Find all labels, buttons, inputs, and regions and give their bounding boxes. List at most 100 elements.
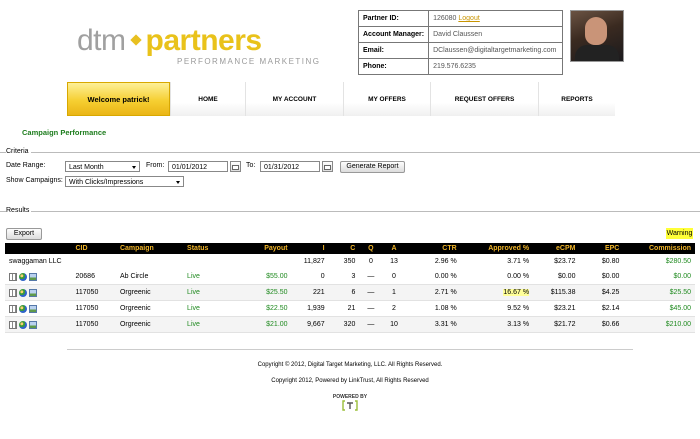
report-grid-icon[interactable] — [9, 304, 17, 313]
welcome-banner: Welcome patrick! — [67, 82, 170, 116]
date-range-value: Last Month — [69, 164, 104, 171]
cell-impressions: 221 — [291, 284, 329, 301]
globe-icon[interactable] — [19, 304, 27, 313]
col-ctr[interactable]: CTR — [405, 243, 461, 254]
cell-ecpm: $0.00 — [533, 269, 580, 285]
linktrust-logo-icon[interactable] — [341, 400, 359, 411]
cell-campaign[interactable]: Orgreenic — [115, 300, 184, 317]
show-campaigns-select[interactable]: With Clicks/Impressions — [65, 176, 184, 187]
cell-campaign[interactable]: Orgreenic — [115, 284, 184, 301]
summary-impressions: 11,827 — [303, 258, 325, 265]
results-section: Results — [0, 207, 700, 214]
cell-clicks: 320 — [328, 316, 360, 333]
generate-report-button[interactable]: Generate Report — [340, 161, 405, 173]
cell-qualified: — — [359, 316, 383, 333]
cell-impressions: 9,667 — [291, 316, 329, 333]
cell-commission: $210.00 — [623, 316, 695, 333]
logout-link[interactable]: Logout — [458, 15, 479, 22]
col-impressions[interactable]: I — [291, 243, 329, 254]
cell-ctr: 3.31 % — [405, 316, 461, 333]
cell-ecpm: $23.21 — [533, 300, 580, 317]
table-header: CID Campaign Status Payout I C Q A CTR A… — [5, 243, 695, 254]
summary-commission: $280.50 — [665, 258, 691, 265]
col-actions — [5, 243, 72, 254]
col-approved-pct[interactable]: Approved % — [460, 243, 534, 254]
cell-approved-pct-highlight: 16.67 % — [503, 289, 530, 296]
globe-icon[interactable] — [19, 320, 27, 329]
criteria-legend: Criteria — [6, 148, 31, 155]
nav-my-offers[interactable]: MY OFFERS — [343, 82, 430, 116]
col-clicks[interactable]: C — [328, 243, 360, 254]
report-grid-icon[interactable] — [9, 288, 17, 297]
nav-my-account[interactable]: MY ACCOUNT — [245, 82, 343, 116]
cell-status: Live — [183, 269, 235, 285]
nav-request-offers[interactable]: REQUEST OFFERS — [430, 82, 538, 116]
col-cid[interactable]: CID — [71, 243, 116, 254]
col-payout[interactable]: Payout — [234, 243, 292, 254]
warning-badge[interactable]: Warning — [666, 228, 693, 239]
show-campaigns-value: With Clicks/Impressions — [69, 179, 144, 186]
summary-epc: $0.80 — [601, 258, 620, 265]
cell-status: Live — [183, 284, 235, 301]
summary-name: swaggaman LLC — [9, 258, 62, 265]
results-table: CID Campaign Status Payout I C Q A CTR A… — [5, 243, 695, 333]
date-range-select[interactable]: Last Month — [65, 161, 140, 172]
account-manager-row: Account Manager: David Claussen — [357, 26, 564, 43]
nav-home[interactable]: HOME — [170, 82, 245, 116]
table-row: 117050 Orgreenic Live $21.00 9,667 320 —… — [5, 316, 695, 333]
partner-id-value: 126080 — [433, 15, 457, 22]
export-button[interactable]: Export — [6, 228, 42, 240]
cell-commission: $45.00 — [623, 300, 695, 317]
to-calendar-icon[interactable] — [322, 161, 333, 172]
chevron-down-icon — [176, 181, 180, 184]
from-calendar-icon[interactable] — [230, 161, 241, 172]
from-date-input[interactable]: 01/01/2012 — [168, 161, 228, 172]
main-nav: Welcome patrick! HOME MY ACCOUNT MY OFFE… — [67, 82, 615, 116]
partner-id-row: Partner ID: 126080 Logout — [357, 10, 564, 27]
col-campaign[interactable]: Campaign — [115, 243, 184, 254]
col-qualified[interactable]: Q — [359, 243, 383, 254]
summary-approved-count: 13 — [390, 258, 398, 265]
cell-impressions: 0 — [291, 269, 329, 285]
cell-ctr: 2.71 % — [405, 284, 461, 301]
cell-approved-count: 0 — [382, 269, 406, 285]
report-grid-icon[interactable] — [9, 272, 17, 281]
page-title: Campaign Performance — [22, 128, 107, 137]
summary-approved-pct: 3.71 % — [507, 258, 530, 265]
footer-powered-line: Copyright 2012, Powered by LinkTrust, Al… — [271, 378, 429, 384]
col-ecpm[interactable]: eCPM — [533, 243, 580, 254]
cell-approved-pct: 9.52 % — [460, 300, 534, 317]
col-epc[interactable]: EPC — [579, 243, 624, 254]
to-date-input[interactable]: 01/31/2012 — [260, 161, 320, 172]
cell-payout: $25.50 — [234, 284, 292, 301]
cell-clicks: 21 — [328, 300, 360, 317]
creative-image-icon[interactable] — [29, 320, 37, 329]
col-status[interactable]: Status — [183, 243, 235, 254]
summary-row: swaggaman LLC 11,827 350 0 13 2.96 % 3.7… — [5, 254, 695, 269]
nav-reports[interactable]: REPORTS — [538, 82, 615, 116]
globe-icon[interactable] — [19, 272, 27, 281]
col-commission[interactable]: Commission — [623, 243, 695, 254]
cell-approved-count: 1 — [382, 284, 406, 301]
cell-cid: 117050 — [71, 316, 116, 333]
cell-status: Live — [183, 316, 235, 333]
cell-clicks: 3 — [328, 269, 360, 285]
cell-cid: 117050 — [71, 300, 116, 317]
logo-tagline: PERFORMANCE MARKETING — [177, 57, 321, 66]
cell-campaign[interactable]: Ab Circle — [115, 269, 184, 285]
cell-payout: $21.00 — [234, 316, 292, 333]
cell-campaign[interactable]: Orgreenic — [115, 316, 184, 333]
email-value: DClaussen@digitaltargetmarketing.com — [428, 42, 564, 59]
cell-approved-pct: 3.13 % — [460, 316, 534, 333]
cell-impressions: 1,939 — [291, 300, 329, 317]
report-grid-icon[interactable] — [9, 320, 17, 329]
globe-icon[interactable] — [19, 288, 27, 297]
cell-cid: 20686 — [71, 269, 116, 285]
col-approved-count[interactable]: A — [382, 243, 406, 254]
phone-value: 219.576.6235 — [428, 58, 564, 75]
cell-status: Live — [183, 300, 235, 317]
account-manager-photo — [570, 10, 624, 62]
creative-image-icon[interactable] — [29, 272, 37, 281]
creative-image-icon[interactable] — [29, 304, 37, 313]
creative-image-icon[interactable] — [29, 288, 37, 297]
